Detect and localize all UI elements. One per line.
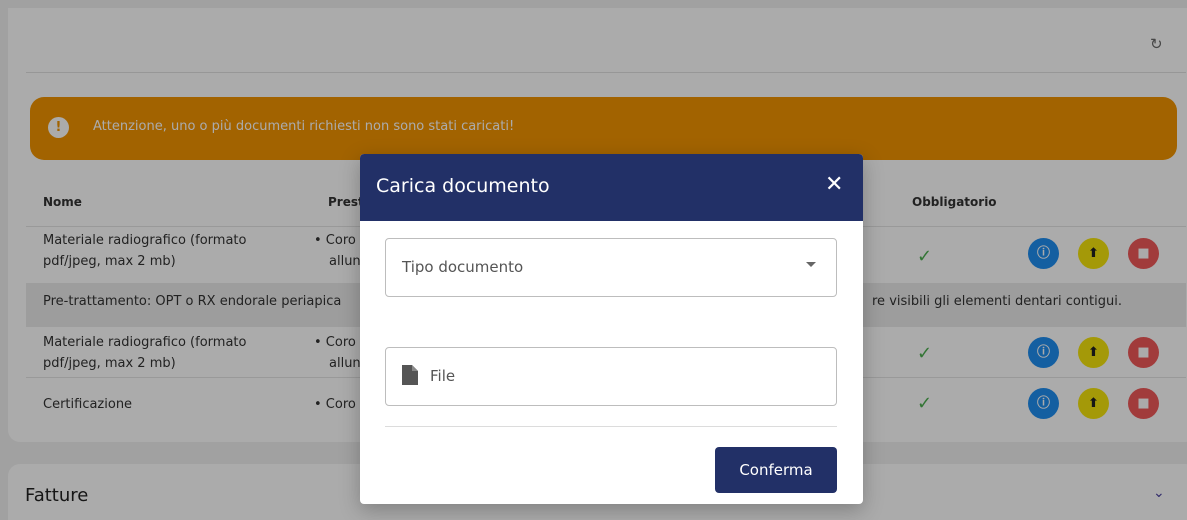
- tipo-documento-select[interactable]: Tipo documento: [385, 238, 837, 297]
- file-placeholder: File: [430, 367, 456, 385]
- close-icon[interactable]: ✕: [825, 172, 843, 197]
- file-input[interactable]: File: [385, 347, 837, 406]
- dropdown-arrow-icon: [806, 262, 816, 267]
- confirm-button[interactable]: Conferma: [715, 447, 837, 493]
- modal-header: Carica documento ✕: [360, 154, 863, 221]
- upload-document-modal: Carica documento ✕ Tipo documento File C…: [360, 154, 863, 504]
- tipo-documento-placeholder: Tipo documento: [402, 258, 524, 276]
- file-icon: [402, 365, 418, 385]
- modal-divider: [385, 426, 837, 427]
- modal-title: Carica documento: [376, 175, 550, 197]
